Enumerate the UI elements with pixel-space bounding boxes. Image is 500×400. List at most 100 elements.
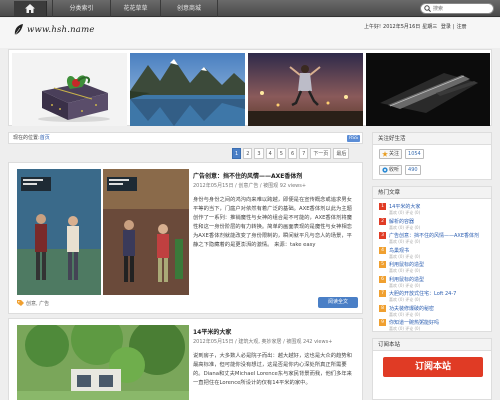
hot-post-title[interactable]: 利用鼠标的造型 [389, 276, 489, 283]
listen-button-label: 收听 [389, 166, 400, 173]
home-icon [25, 4, 35, 13]
read-more-button[interactable]: 阅读全文 [318, 297, 358, 308]
hot-post-title[interactable]: 利用鼠标的造型 [389, 261, 489, 268]
hot-post-title[interactable]: 广告创意：挡不住的风情——AXE香体剂 [389, 232, 489, 239]
hot-post-title[interactable]: 功夫装修爆破的秘密 [389, 305, 489, 312]
post-meta: 2012年05月15日 / 建筑大观, 奥妙家居 / 被围观 242 views… [193, 339, 333, 345]
post-meta: 2012年05月15日 / 创意广告 / 被围观 92 views+ [193, 183, 307, 189]
hot-post-stats: 喜欢 (0) 评论 (0) [389, 239, 421, 244]
post-thumbnail[interactable] [17, 169, 189, 295]
page-5[interactable]: 5 [276, 148, 286, 159]
post-thumbnail[interactable] [17, 325, 189, 400]
banner-image-card[interactable] [366, 53, 490, 126]
last-page[interactable]: 最后 [333, 148, 350, 159]
site-header: www.hsh.name 上午好! 2012年5月16日 星期三 登录 | 注册 [0, 18, 500, 48]
star-icon [382, 151, 388, 157]
hot-post-title[interactable]: 你知道一碗热粥能好吗 [389, 319, 489, 326]
hot-post-stats: 喜欢 (0) 评论 (0) [389, 282, 421, 288]
post-excerpt: 说到房子，大多数人必是院子而出：越大越好，这也是大众的趋势和最高标准，但可能你没… [193, 353, 352, 386]
follow-box: 关注好生活 关注 1054 收听 490 [372, 132, 492, 180]
follow-button-label: 关注 [389, 150, 400, 157]
hot-post-rank: 6 [379, 275, 386, 283]
weekday: 星期三 [422, 24, 438, 30]
hot-post-item[interactable]: 9 你知道一碗热粥能好吗 喜欢 (0) 评论 (0) [379, 319, 489, 332]
listener-count: 490 [405, 165, 421, 175]
hot-post-item[interactable]: 5 利用鼠标的造型 喜欢 (0) 评论 (0) [379, 261, 489, 274]
nav-item-plants[interactable]: 花花草草 [110, 0, 160, 17]
date-greeting: 上午好! 2012年5月16日 星期三 登录 | 注册 [364, 24, 467, 30]
page-4[interactable]: 4 [265, 148, 275, 159]
hot-post-rank: 7 [379, 290, 386, 297]
post-card: 广告创意：挡不住的风情——AXE香体剂 2012年05月15日 / 创意广告 /… [8, 162, 363, 314]
subscribe-box: 订阅本站 订阅本站 [372, 338, 492, 400]
breadcrumb-label: 现在的位置: [13, 135, 40, 141]
banner-image-jump[interactable] [248, 53, 363, 126]
next-page[interactable]: 下一页 [310, 148, 332, 159]
banner-image-gift[interactable] [12, 53, 127, 126]
search-box[interactable] [420, 3, 494, 14]
hot-post-rank: 4 [379, 246, 386, 254]
logo-text: www.hsh.name [27, 25, 95, 35]
breadcrumb: 现在的位置:首页 RSS [8, 132, 363, 144]
follow-row-qq: 收听 490 [379, 165, 421, 175]
follow-button[interactable]: 关注 [379, 149, 403, 159]
hot-posts-box: 热门文章 1 14平米的大家 喜欢 (0) 评论 (0) 2 解析的容器 喜欢 (0) 评… [372, 186, 492, 332]
page-1[interactable]: 1 [232, 148, 242, 159]
home-button[interactable] [14, 1, 47, 16]
hot-post-title[interactable]: 14平米的大家 [389, 203, 489, 210]
hot-post-rank: 2 [379, 217, 386, 225]
hot-post-rank: 3 [379, 232, 386, 239]
hot-post-item[interactable]: 6 利用鼠标的造型 喜欢 (0) 评论 (0) [379, 275, 489, 289]
page-7[interactable]: 7 [299, 148, 309, 159]
hot-post-stats: 喜欢 (0) 评论 (0) [389, 311, 421, 317]
nav-item-shop[interactable]: 创意商城 [160, 0, 218, 17]
hot-post-rank: 1 [379, 203, 386, 210]
subscribe-box-title: 订阅本站 [373, 339, 491, 351]
hot-post-stats: 喜欢 (0) 评论 (0) [389, 326, 421, 331]
hot-post-rank: 5 [379, 261, 386, 268]
hot-post-stats: 喜欢 (0) 评论 (0) [389, 268, 421, 273]
breadcrumb-home[interactable]: 首页 [40, 135, 50, 141]
search-input[interactable] [433, 4, 491, 13]
hot-post-item[interactable]: 7 大胆的开放式住宅：Loft 24-7 喜欢 (0) 评论 (0) [379, 290, 489, 303]
post-excerpt: 身份与身份之间的鸿沟向来难以跨越，即便是在宣传概念或追求男女平等的当下，门庭户对… [193, 197, 352, 248]
page-2[interactable]: 2 [243, 148, 253, 159]
listen-button[interactable]: 收听 [379, 165, 403, 175]
follower-count: 1054 [405, 149, 424, 159]
follow-row-weibo: 关注 1054 [379, 149, 424, 159]
hot-post-title[interactable]: 解析的容器 [389, 218, 489, 225]
banner-image-lake[interactable] [130, 53, 245, 126]
follow-box-title: 关注好生活 [373, 133, 491, 145]
current-date: 2012年5月16日 [383, 24, 421, 30]
search-icon[interactable] [424, 5, 431, 12]
post-title[interactable]: 广告创意：挡不住的风情——AXE香体剂 [193, 171, 302, 180]
hot-post-item[interactable]: 4 鸟巢观书 喜欢 (0) 评论 (0) [379, 246, 489, 260]
post-title[interactable]: 14平米的大家 [193, 327, 231, 336]
hot-post-stats: 喜欢 (0) 评论 (0) [389, 224, 421, 230]
hot-post-item[interactable]: 1 14平米的大家 喜欢 (0) 评论 (0) [379, 203, 489, 216]
site-logo[interactable]: www.hsh.name [14, 24, 95, 36]
hot-post-rank: 8 [379, 304, 386, 312]
subscribe-banner[interactable]: 订阅本站 [383, 357, 483, 377]
hot-posts-title: 热门文章 [373, 187, 491, 199]
qq-weibo-icon [382, 167, 388, 173]
top-nav-bar: 分类索引 花花草草 创意商城 [0, 0, 500, 17]
nav-item-categories[interactable]: 分类索引 [52, 0, 110, 17]
tag-list[interactable]: 创意, 广告 [26, 300, 49, 307]
hot-post-item[interactable]: 2 解析的容器 喜欢 (0) 评论 (0) [379, 217, 489, 231]
login-link[interactable]: 登录 [441, 24, 451, 30]
register-link[interactable]: 注册 [457, 24, 467, 30]
hot-post-stats: 喜欢 (0) 评论 (0) [389, 253, 421, 259]
hot-post-item[interactable]: 8 功夫装修爆破的秘密 喜欢 (0) 评论 (0) [379, 304, 489, 318]
hot-post-title[interactable]: 大胆的开放式住宅：Loft 24-7 [389, 290, 489, 297]
hot-post-title[interactable]: 鸟巢观书 [389, 247, 489, 254]
rss-button[interactable]: RSS [347, 135, 360, 142]
page-3[interactable]: 3 [254, 148, 264, 159]
leaf-logo-icon [14, 24, 23, 36]
page-6[interactable]: 6 [287, 148, 298, 159]
tag-icon [17, 300, 24, 306]
post-tags: 创意, 广告 [17, 300, 49, 307]
hot-post-item[interactable]: 3 广告创意：挡不住的风情——AXE香体剂 喜欢 (0) 评论 (0) [379, 232, 489, 245]
post-card: 14平米的大家 2012年05月15日 / 建筑大观, 奥妙家居 / 被围观 2… [8, 318, 363, 400]
image-banner [8, 49, 492, 126]
